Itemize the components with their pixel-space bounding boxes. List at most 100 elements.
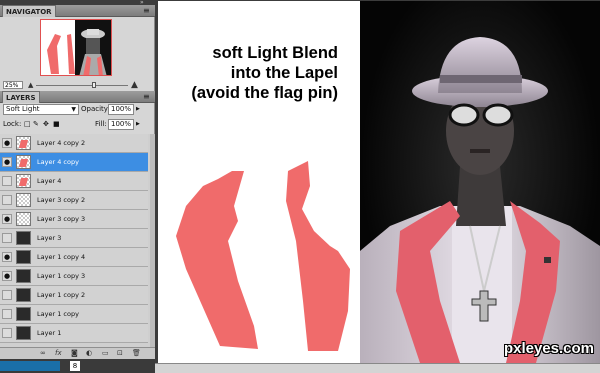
blend-mode-select[interactable]: Soft Light ▼	[3, 104, 79, 115]
document-canvas[interactable]: soft Light Blend into the Lapel (avoid t…	[158, 1, 600, 363]
layer-name[interactable]: Layer 1 copy 3	[37, 267, 85, 286]
layer-row[interactable]: Layer 3	[0, 229, 148, 248]
canvas-area: soft Light Blend into the Lapel (avoid t…	[155, 0, 600, 373]
layer-row[interactable]: Layer 3 copy 2	[0, 191, 148, 210]
opacity-arrow-icon[interactable]: ▶	[136, 103, 140, 115]
fill-arrow-icon[interactable]: ▶	[136, 118, 140, 130]
layer-thumbnail[interactable]	[16, 288, 31, 302]
layer-row[interactable]: Layer 1 copy 2	[0, 286, 148, 305]
zoom-in-icon[interactable]: ▲	[131, 81, 138, 90]
visibility-eye-icon[interactable]	[2, 290, 12, 300]
visibility-eye-icon[interactable]: ●	[2, 252, 12, 262]
watermark: pxleyes.com	[503, 340, 594, 357]
layer-thumbnail-content	[18, 140, 29, 148]
dropdown-arrow-icon: ▼	[71, 106, 76, 113]
layers-header: LAYERS ≡	[0, 91, 155, 103]
opacity-label: Opacity:	[81, 105, 110, 113]
zoom-slider-thumb[interactable]	[92, 82, 96, 88]
navigator-thumbnail[interactable]	[40, 19, 112, 76]
layer-name[interactable]: Layer 3 copy 2	[37, 191, 85, 210]
layer-thumbnail[interactable]	[16, 212, 31, 226]
layer-name[interactable]: Layer 3 copy 3	[37, 210, 85, 229]
layer-thumbnail-content	[18, 178, 29, 186]
layer-name[interactable]: Layer 3	[37, 229, 61, 248]
zoom-slider-track[interactable]	[36, 85, 128, 86]
new-layer-icon[interactable]: ⊡	[117, 349, 123, 358]
lapel-layer-preview: soft Light Blend into the Lapel (avoid t…	[158, 1, 360, 363]
layers-footer: ∞ fx ◙ ◐ ▭ ⊡ 🗑	[0, 347, 155, 359]
layer-row[interactable]: ● Layer 1 copy 4	[0, 248, 148, 267]
layer-thumbnail[interactable]	[16, 250, 31, 264]
layer-row[interactable]: Layer 4	[0, 172, 148, 191]
new-group-icon[interactable]: ▭	[102, 349, 109, 358]
layer-name[interactable]: Layer 1 copy 4	[37, 248, 85, 267]
visibility-eye-icon[interactable]	[2, 328, 12, 338]
layer-thumbnail[interactable]	[16, 269, 31, 283]
layer-row[interactable]: Layer 1 copy	[0, 305, 148, 324]
taskbar-strip: 8	[0, 359, 155, 373]
blend-mode-value: Soft Light	[6, 105, 40, 113]
layer-thumbnail[interactable]	[16, 193, 31, 207]
panel-menu-icon[interactable]: ≡	[143, 5, 150, 16]
navigator-header: NAVIGATOR ≡	[0, 5, 155, 17]
lock-transparency-icon[interactable]: □	[24, 118, 31, 130]
lock-move-icon[interactable]: ✥	[43, 118, 49, 130]
opacity-input[interactable]: 100%	[108, 104, 134, 115]
fill-label: Fill:	[95, 120, 107, 128]
navigator-tab[interactable]: NAVIGATOR	[2, 5, 56, 17]
visibility-eye-icon[interactable]	[2, 233, 12, 243]
lock-label: Lock:	[3, 120, 22, 128]
layer-thumbnail[interactable]	[16, 136, 31, 150]
layer-row[interactable]: ● Layer 1 copy 3	[0, 267, 148, 286]
visibility-eye-icon[interactable]: ●	[2, 271, 12, 281]
zoom-out-icon[interactable]: ▲	[28, 81, 33, 90]
layer-row[interactable]: ● Layer 3 copy 3	[0, 210, 148, 229]
layer-thumbnail-content	[18, 159, 29, 167]
canvas-horizontal-scrollbar[interactable]	[155, 363, 600, 373]
neck	[456, 166, 506, 226]
layer-thumbnail[interactable]	[16, 155, 31, 169]
visibility-eye-icon[interactable]	[2, 195, 12, 205]
layer-name[interactable]: Layer 1 copy	[37, 305, 79, 324]
zoom-value[interactable]: 25%	[3, 81, 23, 89]
navigator-thumbnail-drawing	[47, 29, 107, 75]
layer-name[interactable]: Layer 1	[37, 324, 61, 343]
layer-thumbnail[interactable]	[16, 231, 31, 245]
delete-layer-icon[interactable]: 🗑	[132, 349, 141, 358]
layer-name[interactable]: Layer 4 copy	[37, 153, 79, 172]
lock-paint-icon[interactable]: ✎	[33, 118, 39, 130]
layer-mask-icon[interactable]: ◙	[71, 349, 78, 358]
visibility-eye-icon[interactable]: ●	[2, 157, 12, 167]
left-lapel-shape	[176, 171, 258, 349]
layer-name[interactable]: Layer 4	[37, 172, 61, 191]
taskbar-thumbnail[interactable]	[0, 361, 60, 371]
layer-thumbnail[interactable]	[16, 326, 31, 340]
layers-tab[interactable]: LAYERS	[2, 91, 40, 103]
taskbar-item[interactable]: 8	[70, 361, 80, 371]
layer-row[interactable]: ● Layer 4 copy 2	[0, 134, 148, 153]
layer-name[interactable]: Layer 1 copy 2	[37, 286, 85, 305]
link-layers-icon[interactable]: ∞	[40, 349, 46, 358]
layers-menu-icon[interactable]: ≡	[143, 91, 150, 102]
navigator-zoom-bar: 25% ▲ ▲	[0, 81, 155, 90]
layer-thumbnail[interactable]	[16, 174, 31, 188]
right-lapel-shape	[286, 161, 350, 351]
fill-input[interactable]: 100%	[108, 119, 134, 130]
layer-style-icon[interactable]: fx	[55, 349, 62, 358]
visibility-eye-icon[interactable]	[2, 309, 12, 319]
visibility-eye-icon[interactable]	[2, 176, 12, 186]
left-lens	[448, 103, 480, 127]
visibility-eye-icon[interactable]: ●	[2, 138, 12, 148]
lock-all-icon[interactable]: ■	[53, 118, 60, 130]
visibility-eye-icon[interactable]: ●	[2, 214, 12, 224]
panels-column: » NAVIGATOR ≡ 25% ▲ ▲ LAYERS ≡ Soft Ligh…	[0, 0, 155, 373]
lapel-shapes	[176, 161, 350, 351]
layer-list: ● Layer 4 copy 2 ● Layer 4 copy Layer 4 Layer…	[0, 134, 150, 347]
layer-row[interactable]: Layer 1	[0, 324, 148, 343]
layer-thumbnail[interactable]	[16, 307, 31, 321]
layer-row[interactable]: ● Layer 4 copy	[0, 153, 148, 172]
adjustment-layer-icon[interactable]: ◐	[86, 349, 92, 358]
portrait-drawing	[360, 37, 600, 363]
layer-name[interactable]: Layer 4 copy 2	[37, 134, 85, 153]
right-lens	[482, 103, 514, 127]
